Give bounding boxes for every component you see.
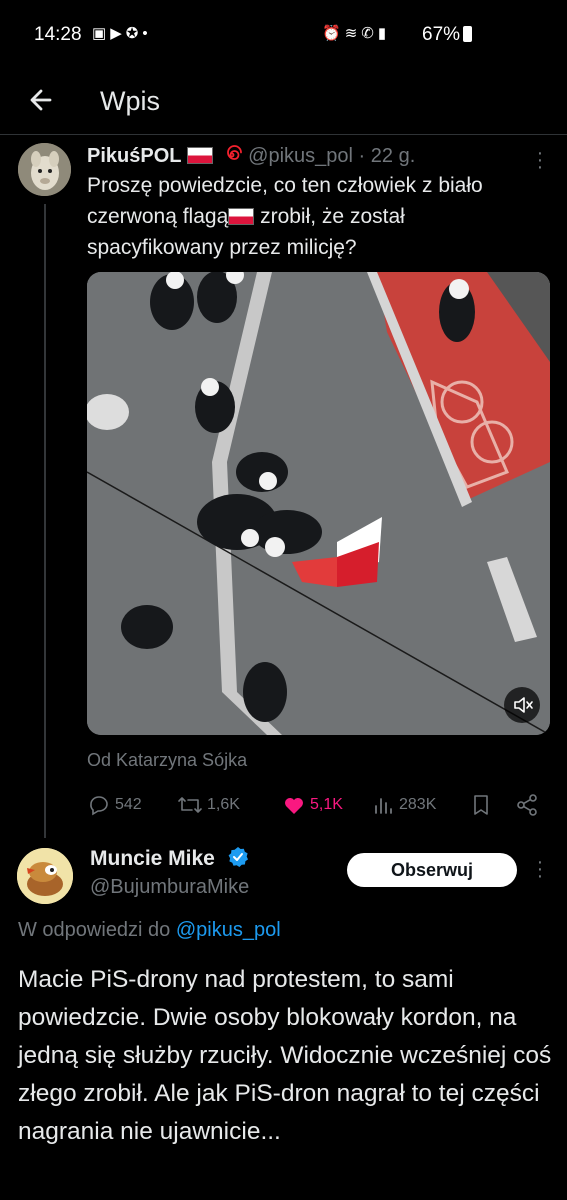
dot-icon: • xyxy=(142,25,152,42)
reply-context-prefix: W odpowiedzi do xyxy=(18,919,171,941)
tweet-author-row: PikuśPOL @pikus_pol · 22 g. xyxy=(87,144,415,170)
messenger-icon: ✪ xyxy=(125,25,143,42)
wifi-icon: ≋ xyxy=(344,25,362,42)
tweet-video[interactable] xyxy=(87,272,550,735)
wifi-call-icon: ✆ xyxy=(361,25,378,42)
poland-flag-icon xyxy=(228,208,255,225)
status-bar: 14:28 ▣▶✪• ⏰≋✆▮ 67% xyxy=(0,0,567,70)
back-button[interactable] xyxy=(22,80,62,120)
thread-connector-line xyxy=(44,204,46,838)
poland-flag-icon xyxy=(187,147,214,164)
follow-button[interactable]: Obserwuj xyxy=(347,853,517,887)
status-system-icons: ⏰≋✆▮ xyxy=(322,24,390,42)
reply-author-name-row: Muncie Mike xyxy=(90,846,249,871)
share-icon xyxy=(517,794,537,816)
like-count: 5,1K xyxy=(310,796,343,813)
spiral-icon xyxy=(226,145,242,160)
verified-badge-icon xyxy=(228,847,248,867)
author-avatar[interactable] xyxy=(18,143,71,196)
bookmark-icon xyxy=(474,795,488,815)
video-attribution[interactable]: Od Katarzyna Sójka xyxy=(87,750,247,771)
tweet-text: Proszę powiedzcie, co ten człowiek z bia… xyxy=(87,170,547,263)
mute-button[interactable] xyxy=(504,687,540,723)
reply-more-options-icon[interactable]: · · · xyxy=(532,852,548,886)
heart-icon xyxy=(285,798,303,814)
reply-author-name[interactable]: Muncie Mike xyxy=(90,847,215,870)
repost-icon xyxy=(178,797,202,813)
page-title: Wpis xyxy=(100,86,160,116)
reply-count: 542 xyxy=(115,796,142,813)
reply-context: W odpowiedzi do @pikus_pol xyxy=(18,919,281,942)
author-handle[interactable]: @pikus_pol xyxy=(248,145,353,167)
author-name[interactable]: PikuśPOL xyxy=(87,145,181,167)
repost-count: 1,6K xyxy=(207,796,240,813)
reply-author-handle[interactable]: @BujumburaMike xyxy=(90,876,249,899)
youtube-icon: ▶ xyxy=(110,25,126,42)
reply-text: Macie PiS-drony nad protestem, to sami p… xyxy=(18,966,552,1145)
image-icon: ▣ xyxy=(92,25,111,42)
top-app-bar: Wpis xyxy=(0,70,567,135)
arrow-left-icon xyxy=(30,89,52,111)
views-button[interactable]: 283K xyxy=(373,790,436,820)
battery-indicator: 67% xyxy=(422,24,473,46)
battery-percent: 67% xyxy=(422,24,461,45)
status-time: 14:28 xyxy=(34,24,82,45)
signal-icon: ▮ xyxy=(377,25,391,42)
reply-icon xyxy=(90,796,108,816)
status-notification-icons: ▣▶✪• xyxy=(92,24,152,42)
tweet-actions: 542 1,6K 5,1K 283K xyxy=(87,790,547,820)
speaker-muted-icon xyxy=(514,697,533,713)
views-icon xyxy=(375,798,392,814)
reply-author-avatar[interactable] xyxy=(17,848,73,904)
alarm-icon: ⏰ xyxy=(322,25,345,42)
share-button[interactable] xyxy=(515,790,539,820)
reply-button[interactable]: 542 xyxy=(87,790,142,820)
bookmark-button[interactable] xyxy=(470,790,492,820)
like-button[interactable]: 5,1K xyxy=(282,790,343,820)
video-frame-image xyxy=(87,272,550,735)
tweet-time: · 22 g. xyxy=(358,145,416,167)
views-count: 283K xyxy=(399,796,437,813)
repost-button[interactable]: 1,6K xyxy=(177,790,240,820)
battery-icon xyxy=(463,26,473,42)
more-options-icon[interactable]: · · · xyxy=(532,143,548,177)
reply-context-handle[interactable]: @pikus_pol xyxy=(176,919,281,941)
